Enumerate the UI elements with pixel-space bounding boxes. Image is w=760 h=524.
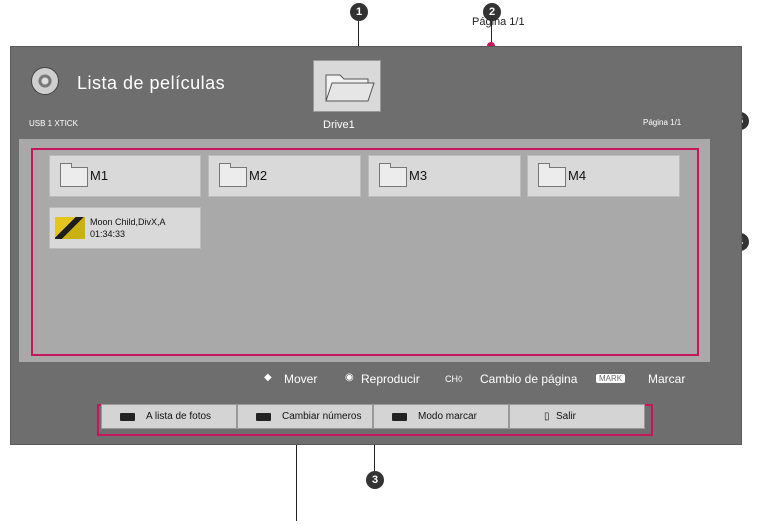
folder-icon bbox=[219, 163, 247, 187]
movie-list-screen: Lista de películas Drive1 USB 1 XTICK Pá… bbox=[10, 46, 742, 445]
folder-label: M4 bbox=[568, 168, 587, 183]
folder-tile-m4[interactable]: M4 bbox=[527, 155, 680, 197]
callout-1: 1 bbox=[350, 3, 368, 21]
help-move: Mover bbox=[284, 372, 318, 386]
button-label: Salir bbox=[556, 411, 577, 422]
folder-icon bbox=[379, 163, 407, 187]
drive-label: Drive1 bbox=[323, 119, 355, 131]
movie-file-duration: 01:34:33 bbox=[90, 229, 126, 239]
movie-file-tile[interactable]: Moon Child,DivX,A 01:34:33 bbox=[49, 207, 201, 249]
film-reel-icon bbox=[31, 67, 59, 95]
mark-icon: MARK bbox=[596, 374, 626, 383]
folder-label: M2 bbox=[249, 168, 268, 183]
folder-tile-m2[interactable]: M2 bbox=[208, 155, 361, 197]
folder-label: M3 bbox=[409, 168, 428, 183]
callout-3-line-left bbox=[296, 436, 297, 521]
folder-icon bbox=[60, 163, 88, 187]
folder-label: M1 bbox=[90, 168, 109, 183]
folder-tile-m3[interactable]: M3 bbox=[368, 155, 521, 197]
folder-tile-m1[interactable]: M1 bbox=[49, 155, 201, 197]
help-mark: Marcar bbox=[648, 372, 686, 386]
device-label: USB 1 XTICK bbox=[29, 119, 78, 128]
green-key-icon bbox=[256, 413, 271, 421]
change-numbers-button[interactable]: Cambiar números bbox=[237, 404, 373, 429]
play-icon: ◉ bbox=[345, 372, 354, 383]
page-title: Lista de películas bbox=[77, 73, 226, 93]
exit-button[interactable]: ▯ Salir bbox=[509, 404, 645, 429]
page-indicator-top: Página 1/1 bbox=[472, 16, 525, 28]
yellow-key-icon bbox=[392, 413, 407, 421]
button-label: A lista de fotos bbox=[146, 411, 212, 422]
movie-file-name: Moon Child,DivX,A bbox=[90, 217, 166, 227]
button-label: Cambiar números bbox=[282, 411, 362, 422]
help-play: Reproducir bbox=[361, 372, 420, 386]
mark-mode-button[interactable]: Modo marcar bbox=[373, 404, 509, 429]
help-page: Cambio de página bbox=[480, 372, 578, 386]
photo-list-button[interactable]: A lista de fotos bbox=[101, 404, 237, 429]
button-label: Modo marcar bbox=[418, 411, 477, 422]
folder-icon bbox=[325, 74, 375, 102]
move-icon: ◆ bbox=[264, 372, 272, 383]
exit-icon: ▯ bbox=[544, 411, 550, 422]
page-indicator: Página 1/1 bbox=[643, 118, 682, 127]
movie-thumbnail bbox=[55, 217, 85, 239]
channel-icon: CH◊ bbox=[445, 374, 463, 384]
callout-3: 3 bbox=[366, 471, 384, 489]
drive-folder-button[interactable] bbox=[313, 60, 381, 112]
folder-icon bbox=[538, 163, 566, 187]
red-key-icon bbox=[120, 413, 135, 421]
